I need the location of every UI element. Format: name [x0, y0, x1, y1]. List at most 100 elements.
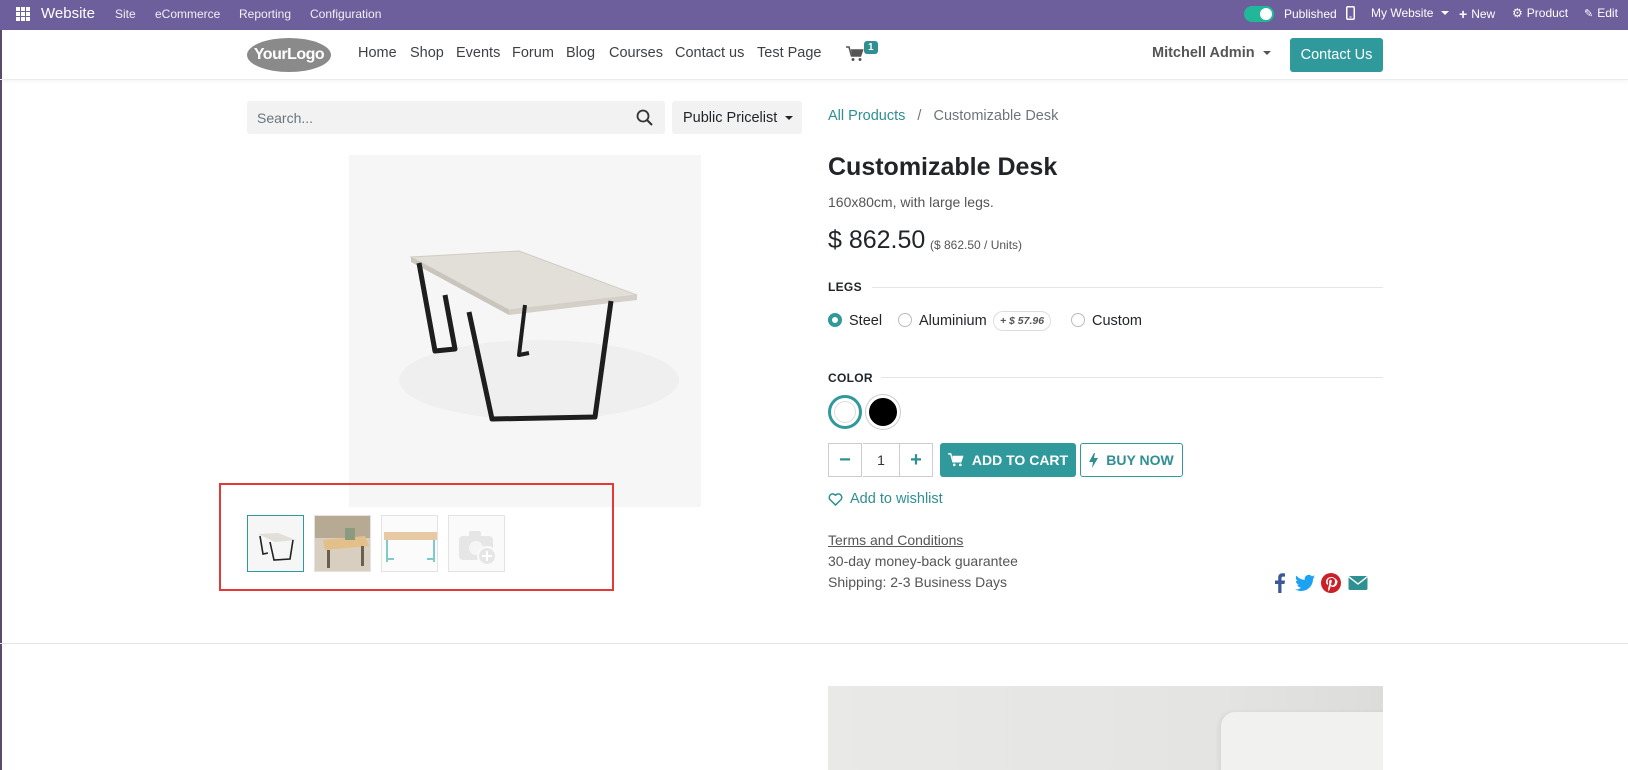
- product-label: Product: [1526, 6, 1569, 20]
- legs-divider: [872, 287, 1383, 288]
- buy-now-button[interactable]: BUY NOW: [1080, 443, 1183, 477]
- cart-icon: [948, 453, 964, 467]
- breadcrumb-current: Customizable Desk: [933, 108, 1059, 124]
- legs-radio-steel[interactable]: [828, 313, 842, 327]
- search-icon[interactable]: [636, 109, 653, 126]
- cart-count-badge[interactable]: 1: [864, 41, 878, 54]
- color-attribute-label: COLOR: [828, 371, 873, 385]
- site-logo[interactable]: YourLogo: [247, 38, 331, 72]
- nav-courses[interactable]: Courses: [609, 45, 663, 61]
- office-thumb-icon: [315, 516, 370, 571]
- pricelist-dropdown[interactable]: Public Pricelist: [672, 101, 802, 134]
- twitter-icon[interactable]: [1295, 573, 1315, 593]
- thumbnail-add-image[interactable]: [448, 515, 505, 572]
- new-button[interactable]: + New: [1459, 6, 1495, 22]
- nav-events[interactable]: Events: [456, 45, 500, 61]
- quantity-minus-button[interactable]: −: [828, 443, 862, 477]
- caret-down-icon: [785, 115, 794, 120]
- admin-brand[interactable]: Website: [41, 5, 95, 22]
- legs-option-aluminium[interactable]: Aluminium: [919, 313, 987, 329]
- facebook-icon[interactable]: [1270, 573, 1290, 593]
- color-swatch-white[interactable]: [828, 395, 862, 429]
- product-settings-button[interactable]: ⚙ Product: [1512, 6, 1568, 20]
- menu-site[interactable]: Site: [115, 7, 136, 21]
- published-label: Published: [1284, 7, 1337, 21]
- pricelist-label: Public Pricelist: [683, 109, 778, 126]
- nav-forum[interactable]: Forum: [512, 45, 554, 61]
- new-label: New: [1471, 7, 1496, 21]
- heart-icon: [828, 492, 843, 506]
- pinterest-icon[interactable]: [1321, 573, 1341, 593]
- legs-attribute-label: LEGS: [828, 280, 862, 294]
- nav-home[interactable]: Home: [358, 45, 397, 61]
- breadcrumb-all-products[interactable]: All Products: [828, 108, 905, 124]
- nav-test-page[interactable]: Test Page: [757, 45, 822, 61]
- desk-wood-thumb-icon: [382, 516, 437, 571]
- admin-bar: Website Site eCommerce Reporting Configu…: [0, 0, 1628, 30]
- quantity-input[interactable]: 1: [863, 443, 899, 477]
- user-menu[interactable]: Mitchell Admin: [1152, 45, 1271, 61]
- toggle-on-icon[interactable]: [1244, 6, 1274, 22]
- legs-radio-custom[interactable]: [1071, 313, 1085, 327]
- pencil-icon: ✎: [1584, 7, 1594, 20]
- add-to-cart-label: ADD TO CART: [971, 452, 1069, 468]
- product-title: Customizable Desk: [828, 153, 1058, 181]
- color-divider: [881, 377, 1383, 378]
- my-website-label: My Website: [1371, 6, 1434, 20]
- plus-icon: +: [1459, 6, 1468, 22]
- menu-ecommerce[interactable]: eCommerce: [155, 7, 220, 21]
- money-back-guarantee: 30-day money-back guarantee: [828, 553, 1018, 569]
- sofa-pillow-shape: [1221, 712, 1383, 770]
- menu-reporting[interactable]: Reporting: [239, 7, 291, 21]
- caret-down-icon: [1262, 51, 1271, 56]
- cart-icon[interactable]: [846, 46, 864, 62]
- nav-contact-us[interactable]: Contact us: [675, 45, 744, 61]
- color-swatch-black[interactable]: [866, 395, 900, 429]
- window-edge: [0, 30, 2, 770]
- gear-icon: ⚙: [1512, 6, 1523, 20]
- product-main-image[interactable]: [349, 155, 701, 507]
- thumbnail-2[interactable]: [314, 515, 371, 572]
- add-to-cart-button[interactable]: ADD TO CART: [940, 443, 1076, 477]
- legs-radio-aluminium[interactable]: [898, 313, 912, 327]
- thumbnail-1[interactable]: [247, 515, 304, 572]
- edit-button[interactable]: ✎ Edit: [1584, 6, 1618, 20]
- nav-blog[interactable]: Blog: [566, 45, 595, 61]
- product-detail-image: [828, 686, 1383, 770]
- thumbnail-3[interactable]: [381, 515, 438, 572]
- breadcrumb: All Products / Customizable Desk: [828, 108, 1058, 124]
- legs-option-steel[interactable]: Steel: [849, 313, 882, 329]
- desk-thumb-icon: [248, 516, 303, 571]
- edit-label: Edit: [1597, 6, 1618, 20]
- search-input[interactable]: [247, 101, 607, 134]
- quantity-plus-button[interactable]: +: [899, 443, 933, 477]
- wishlist-label: Add to wishlist: [850, 491, 943, 507]
- mobile-icon: [1346, 6, 1355, 20]
- site-header: YourLogo Home Shop Events Forum Blog Cou…: [0, 30, 1628, 80]
- apps-menu-icon[interactable]: [16, 7, 30, 21]
- section-divider: [0, 643, 1628, 644]
- menu-configuration[interactable]: Configuration: [310, 7, 381, 21]
- contact-us-button[interactable]: Contact Us: [1290, 38, 1383, 72]
- product-description: 160x80cm, with large legs.: [828, 194, 994, 210]
- legs-option-custom[interactable]: Custom: [1092, 313, 1142, 329]
- add-to-wishlist-link[interactable]: Add to wishlist: [828, 491, 943, 507]
- mobile-preview-button[interactable]: [1346, 6, 1355, 20]
- terms-and-conditions-link[interactable]: Terms and Conditions: [828, 532, 963, 548]
- bolt-icon: [1089, 452, 1099, 468]
- product-search: [247, 101, 665, 134]
- shipping-info: Shipping: 2-3 Business Days: [828, 574, 1007, 590]
- unit-price: ($ 862.50 / Units): [930, 238, 1023, 252]
- desk-illustration: [399, 250, 679, 422]
- caret-down-icon: [1441, 11, 1450, 15]
- user-name: Mitchell Admin: [1152, 45, 1255, 61]
- email-icon[interactable]: [1348, 573, 1368, 593]
- product-price: $ 862.50: [828, 226, 926, 254]
- buy-now-label: BUY NOW: [1106, 452, 1174, 468]
- camera-plus-icon: [449, 516, 504, 571]
- nav-shop[interactable]: Shop: [410, 45, 444, 61]
- aluminium-extra-price-badge: + $ 57.96: [993, 311, 1052, 331]
- published-toggle[interactable]: Published: [1244, 6, 1337, 22]
- breadcrumb-separator: /: [917, 108, 922, 124]
- my-website-dropdown[interactable]: My Website: [1371, 6, 1450, 20]
